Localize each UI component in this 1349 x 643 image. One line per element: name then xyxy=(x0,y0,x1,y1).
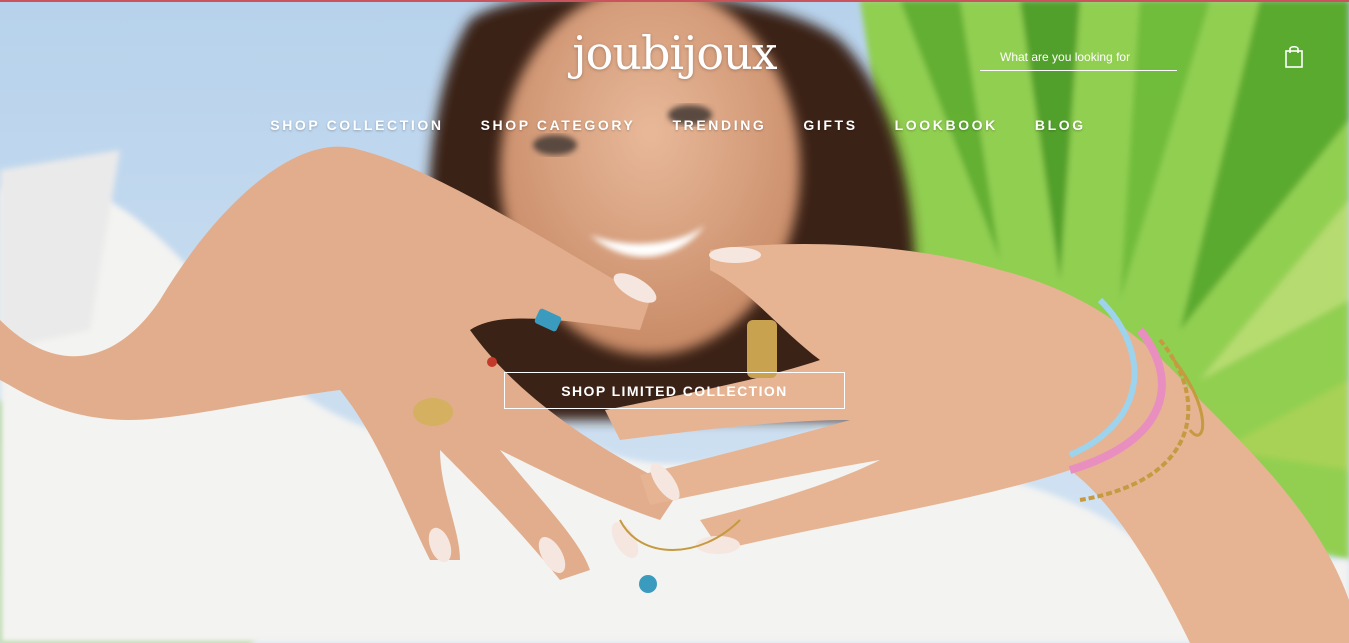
shop-limited-collection-button[interactable]: SHOP LIMITED COLLECTION xyxy=(504,372,845,409)
nav-item-blog[interactable]: BLOG xyxy=(1035,117,1086,133)
nav-item-shop-collection[interactable]: SHOP COLLECTION xyxy=(270,117,443,133)
main-navigation: SHOP COLLECTION SHOP CATEGORY TRENDING G… xyxy=(0,117,1349,133)
nav-item-gifts[interactable]: GIFTS xyxy=(803,117,857,133)
shopping-bag-icon-graphic xyxy=(1285,45,1303,68)
hero-photo-illustration xyxy=(0,0,1349,643)
nav-item-trending[interactable]: TRENDING xyxy=(672,117,766,133)
shopping-bag-icon[interactable] xyxy=(1284,44,1304,68)
nav-item-lookbook[interactable]: LOOKBOOK xyxy=(895,117,998,133)
search-input[interactable] xyxy=(980,46,1177,68)
top-accent-line xyxy=(0,0,1349,2)
nav-item-shop-category[interactable]: SHOP CATEGORY xyxy=(481,117,636,133)
hero-image xyxy=(0,0,1349,643)
search-bar[interactable] xyxy=(980,46,1177,71)
